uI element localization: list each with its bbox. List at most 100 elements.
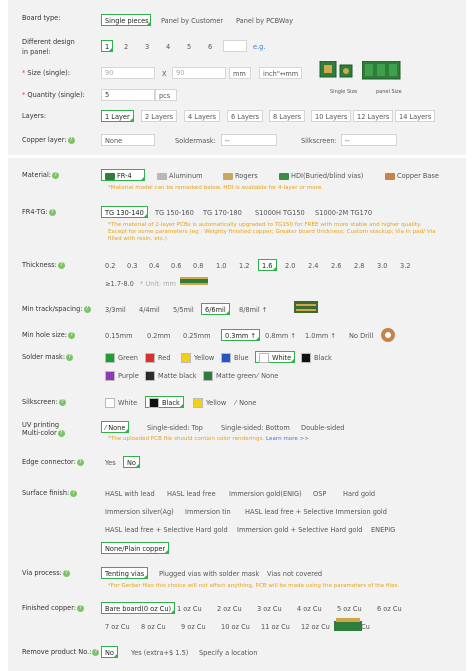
hole-1-0[interactable]: 1.0mm ↑ (301, 329, 340, 341)
soldermask-option[interactable]: Matte black (141, 369, 201, 381)
layer-option-6[interactable]: 10 Layers (311, 110, 352, 122)
copper-option[interactable]: 2 oz Cu (213, 602, 246, 614)
track-5-5[interactable]: 5/5mil (169, 303, 198, 315)
help-icon[interactable]: ? (48, 208, 56, 216)
quantity-input[interactable]: 5 (101, 89, 155, 101)
surface-hasl-free[interactable]: HASL lead free (163, 487, 220, 499)
thickness-option[interactable]: 2.8 (350, 259, 369, 271)
silkscreen-select[interactable]: -- (341, 134, 397, 146)
hole-0-8[interactable]: 0.8mm ↑ (261, 329, 300, 341)
copper-option[interactable]: 8 oz Cu (137, 620, 170, 632)
surface-none-plain[interactable]: None/Plain copper (101, 542, 170, 554)
copper-option[interactable]: 5 oz Cu (333, 602, 366, 614)
design-count-1[interactable]: 1 (101, 40, 113, 52)
design-count-4[interactable]: 4 (162, 40, 174, 52)
design-count-5[interactable]: 5 (183, 40, 195, 52)
material-fr4[interactable]: FR-4 (101, 169, 145, 181)
remove-no[interactable]: No (101, 646, 118, 658)
silkscreen-option[interactable]: ⁄ None (231, 396, 260, 408)
board-type-panel-customer[interactable]: Panel by Customer (157, 14, 227, 26)
hole-0-3[interactable]: 0.3mm ↑ (221, 329, 260, 341)
design-eg-link[interactable]: e.g. (249, 40, 269, 52)
hole-0-15[interactable]: 0.15mm (101, 329, 137, 341)
material-aluminum[interactable]: Aluminum (153, 169, 207, 181)
help-icon[interactable]: ? (58, 398, 66, 406)
thickness-option[interactable]: 2.0 (281, 259, 300, 271)
track-8-8[interactable]: 8/8mil ↑ (235, 303, 271, 315)
copper-option[interactable]: 1 oz Cu (173, 602, 206, 614)
surface-hasl-free-sel-immersion[interactable]: HASL lead free + Selective Immersion gol… (241, 505, 391, 517)
soldermask-option[interactable]: Purple (101, 369, 143, 381)
silkscreen-option[interactable]: White (101, 396, 141, 408)
soldermask-option[interactable]: Yellow (177, 351, 218, 363)
edge-no[interactable]: No (123, 456, 140, 468)
uv-single-bottom[interactable]: Single-sided: Bottom (217, 421, 294, 433)
help-icon[interactable]: ? (57, 261, 65, 269)
surface-hasl-lead[interactable]: HASL with lead (101, 487, 159, 499)
thickness-option[interactable]: 0.8 (189, 259, 208, 271)
design-count-2[interactable]: 2 (120, 40, 132, 52)
layer-option-2[interactable]: 2 Layers (141, 110, 178, 122)
via-tenting[interactable]: Tenting vias (101, 567, 149, 579)
layer-option-4[interactable]: 6 Layers (227, 110, 264, 122)
edge-yes[interactable]: Yes (101, 456, 120, 468)
surface-immersion-tin[interactable]: Immersion tin (181, 505, 235, 517)
soldermask-option[interactable]: Red (141, 351, 175, 363)
soldermask-option[interactable]: Blue (217, 351, 253, 363)
copper-layer-select[interactable]: None (101, 134, 155, 146)
hole-no-drill[interactable]: No Drill (345, 329, 377, 341)
copper-option[interactable]: Bare board(0 oz Cu) (101, 602, 176, 614)
via-not-covered[interactable]: Vias not covered (263, 567, 326, 579)
layer-option-7[interactable]: 12 Layers (353, 110, 394, 122)
surface-hasl-free-sel-hard[interactable]: HASL lead free + Selective Hard gold (101, 523, 232, 535)
silkscreen-option[interactable]: Black (145, 396, 184, 408)
layer-option-1[interactable]: 1 Layer (101, 110, 134, 122)
tg-150-160[interactable]: TG 150-160 (151, 206, 198, 218)
thickness-option[interactable]: 1.6 (258, 259, 277, 271)
thickness-option[interactable]: 0.4 (145, 259, 164, 271)
surface-immersion-sel-hard[interactable]: Immersion gold + Selective Hard gold (233, 523, 366, 535)
learn-more-link[interactable]: Learn more >> (266, 436, 309, 442)
soldermask-option[interactable]: White (255, 351, 296, 363)
help-icon[interactable]: ? (68, 331, 76, 339)
soldermask-select[interactable]: -- (221, 134, 277, 146)
tg-170-180[interactable]: TG 170-180 (199, 206, 246, 218)
hole-0-25[interactable]: 0.25mm (179, 329, 215, 341)
surface-enig[interactable]: Immersion gold(ENIG) (225, 487, 306, 499)
design-count-3[interactable]: 3 (141, 40, 153, 52)
soldermask-option[interactable]: Black (297, 351, 336, 363)
help-icon[interactable]: ? (92, 648, 100, 656)
uv-single-top[interactable]: Single-sided: Top (143, 421, 207, 433)
help-icon[interactable]: ? (76, 458, 84, 466)
material-rogers[interactable]: Rogers (219, 169, 262, 181)
tg-130-140[interactable]: TG 130-140 (101, 206, 148, 218)
tg-s1000-2m[interactable]: S1000-2M TG170 (311, 206, 376, 218)
material-hdi[interactable]: HDI(Buried/blind vias) (275, 169, 367, 181)
board-type-single[interactable]: Single pieces (101, 14, 151, 26)
remove-yes[interactable]: Yes (extra+$ 1.5) (127, 646, 192, 658)
copper-option[interactable]: 12 oz Cu (297, 620, 334, 632)
surface-osp[interactable]: OSP (309, 487, 330, 499)
copper-option[interactable]: 3 oz Cu (253, 602, 286, 614)
help-icon[interactable]: ? (67, 136, 75, 144)
design-count-6[interactable]: 6 (204, 40, 216, 52)
track-6-6[interactable]: 6/6mil (201, 303, 230, 315)
uv-double[interactable]: Double-sided (297, 421, 348, 433)
help-icon[interactable]: ? (70, 489, 78, 497)
copper-option[interactable]: 6 oz Cu (373, 602, 406, 614)
copper-option[interactable]: 9 oz Cu (177, 620, 210, 632)
thickness-option[interactable]: 2.4 (304, 259, 323, 271)
layer-option-3[interactable]: 4 Layers (184, 110, 221, 122)
help-icon[interactable]: ? (83, 305, 91, 313)
track-4-4[interactable]: 4/4mil (135, 303, 164, 315)
thickness-option[interactable]: 1.0 (212, 259, 231, 271)
thickness-option[interactable]: 0.3 (123, 259, 142, 271)
thickness-option[interactable]: 3.0 (373, 259, 392, 271)
design-count-input[interactable] (223, 40, 247, 52)
track-3-3[interactable]: 3/3mil (101, 303, 130, 315)
thickness-option[interactable]: 2.6 (327, 259, 346, 271)
remove-specify[interactable]: Specify a location (195, 646, 261, 658)
thickness-option[interactable]: 0.2 (101, 259, 120, 271)
help-icon[interactable]: ? (62, 569, 70, 577)
board-type-panel-pcbway[interactable]: Panel by PCBWay (232, 14, 297, 26)
